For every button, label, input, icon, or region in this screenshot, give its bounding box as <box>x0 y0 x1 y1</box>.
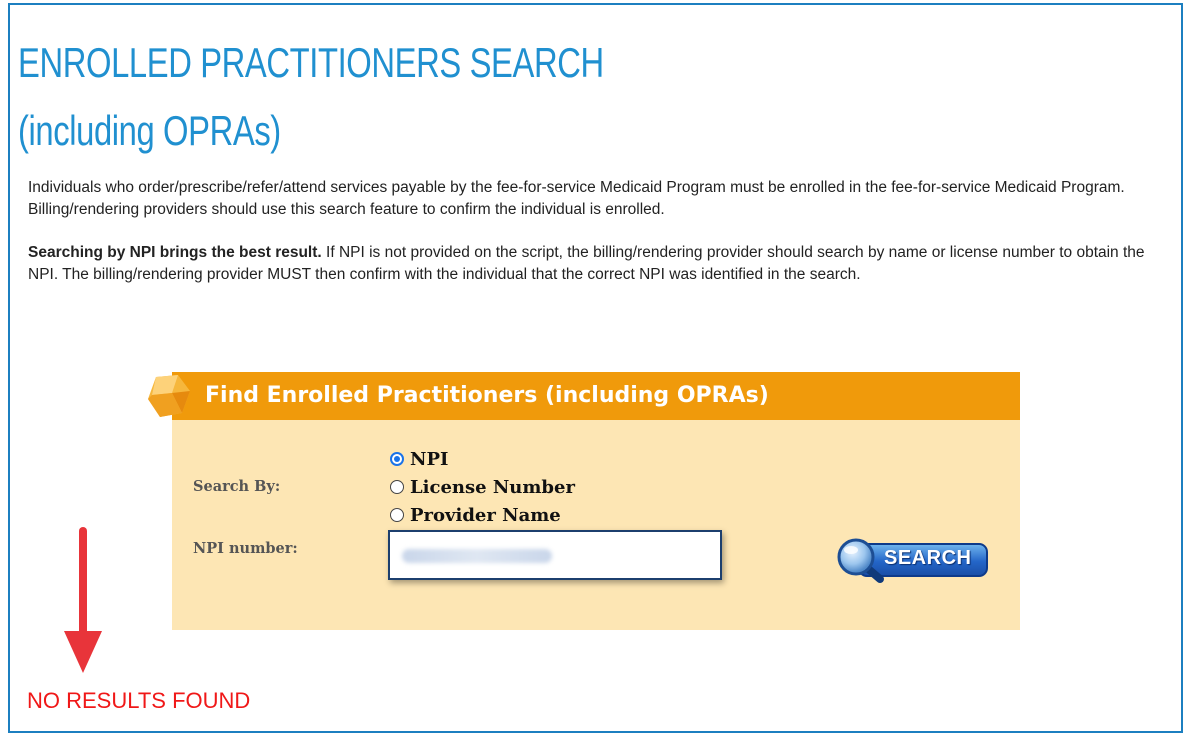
radio-provider-name[interactable]: Provider Name <box>390 503 561 527</box>
down-arrow-icon <box>64 527 102 673</box>
search-by-label: Search By: <box>193 478 281 495</box>
radio-license-number-label: License Number <box>410 476 575 498</box>
gem-icon <box>148 375 190 417</box>
radio-provider-name-circle[interactable] <box>390 508 404 522</box>
no-results-message: NO RESULTS FOUND <box>27 688 251 713</box>
radio-provider-name-label: Provider Name <box>410 504 561 526</box>
page-subtitle: (including OPRAs) <box>18 107 281 154</box>
radio-npi-circle[interactable] <box>390 452 404 466</box>
search-panel: Find Enrolled Practitioners (including O… <box>148 372 1020 630</box>
radio-license-number-circle[interactable] <box>390 480 404 494</box>
tip-text: Searching by NPI brings the best result.… <box>28 242 1158 286</box>
radio-npi-label: NPI <box>410 448 449 470</box>
radio-license-number[interactable]: License Number <box>390 475 575 499</box>
npi-number-label: NPI number: <box>193 540 298 557</box>
redacted-npi-value <box>402 549 552 563</box>
radio-npi[interactable]: NPI <box>390 447 448 471</box>
search-button[interactable]: SEARCH <box>836 537 992 583</box>
tip-bold: Searching by NPI brings the best result. <box>28 244 322 261</box>
search-button-label: SEARCH <box>884 547 972 569</box>
search-panel-header: Find Enrolled Practitioners (including O… <box>148 372 1020 420</box>
intro-text: Individuals who order/prescribe/refer/at… <box>28 179 1125 218</box>
npi-number-input[interactable] <box>388 530 722 580</box>
search-panel-title: Find Enrolled Practitioners (including O… <box>205 383 769 408</box>
page-title: ENROLLED PRACTITIONERS SEARCH <box>18 39 604 86</box>
